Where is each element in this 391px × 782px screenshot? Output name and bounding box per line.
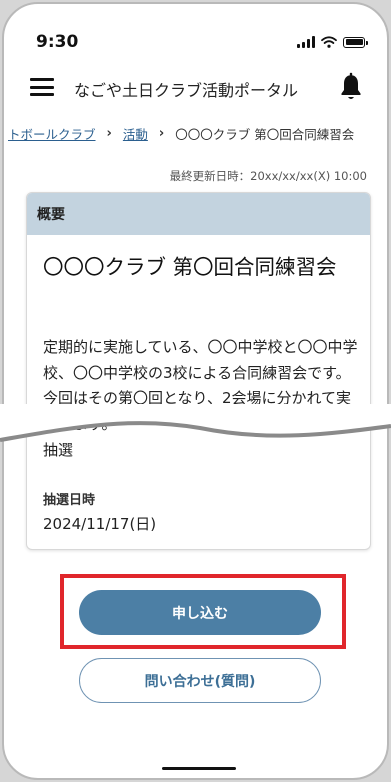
lottery-date-label: 抽選日時: [43, 493, 96, 508]
app-title: なごや土日クラブ活動ポータル: [74, 81, 299, 100]
lottery-date-value: 2024/11/17(日): [43, 515, 157, 533]
apply-button[interactable]: 申し込む: [79, 590, 321, 635]
app-header: なごや土日クラブ活動ポータル: [4, 66, 387, 110]
wave-divider: [0, 404, 391, 442]
breadcrumb-separator-icon: ›: [158, 126, 165, 141]
last-updated: 最終更新日時：20xx/xx/xx(X) 10:00: [169, 169, 367, 183]
breadcrumb: トボールクラブ › 活動 › 〇〇〇クラブ 第〇回合同練習会: [4, 122, 387, 146]
status-icons: [297, 36, 368, 48]
status-bar: 9:30: [4, 4, 387, 60]
battery-icon: [343, 36, 368, 48]
overview-card: 概要 〇〇〇クラブ 第〇回合同練習会 定期的に実施している、〇〇中学校と〇〇中学…: [26, 192, 371, 550]
breadcrumb-link-activity[interactable]: 活動: [123, 124, 148, 143]
breadcrumb-separator-icon: ›: [106, 126, 112, 141]
signal-icon: [297, 36, 315, 48]
event-title: 〇〇〇クラブ 第〇回合同練習会: [43, 255, 337, 279]
inquiry-button[interactable]: 問い合わせ(質問): [79, 658, 321, 703]
card-section-title: 概要: [27, 193, 370, 235]
status-time: 9:30: [36, 32, 79, 52]
breadcrumb-link-club[interactable]: トボールクラブ: [8, 124, 96, 143]
breadcrumb-current: 〇〇〇クラブ 第〇回合同練習会: [175, 127, 355, 142]
bell-icon[interactable]: [339, 72, 363, 102]
phone-frame: 9:30 なごや土日クラブ活動ポータル トボールクラブ › 活動 › 〇〇〇クラ…: [2, 2, 389, 780]
hamburger-menu-icon[interactable]: [30, 78, 54, 96]
home-indicator: [162, 767, 236, 770]
wifi-icon: [321, 36, 337, 48]
